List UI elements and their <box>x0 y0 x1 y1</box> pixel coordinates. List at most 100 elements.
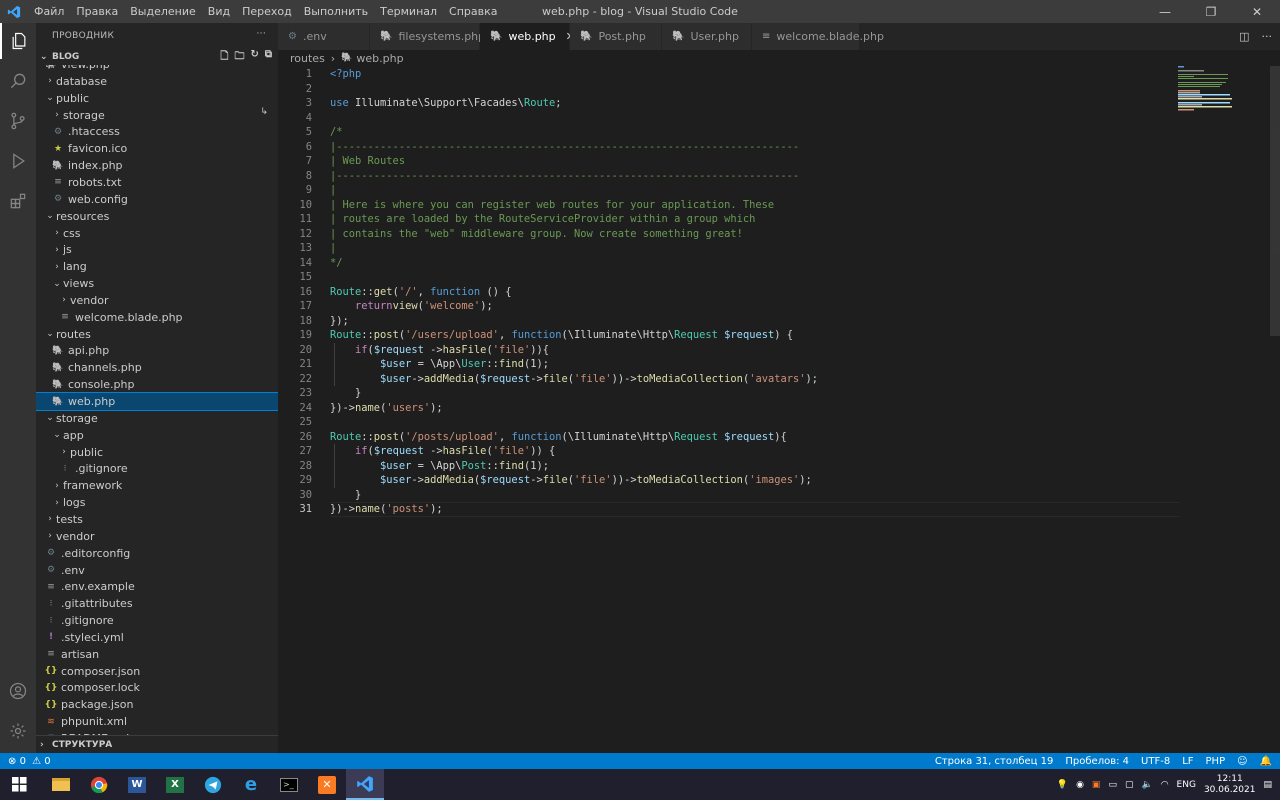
tree-file[interactable]: 🐘 index.php <box>36 157 278 174</box>
tree-folder[interactable]: › vendor <box>36 528 278 545</box>
breadcrumb-folder[interactable]: routes <box>290 52 325 65</box>
settings-gear-icon[interactable] <box>0 713 36 749</box>
breadcrumb-file[interactable]: web.php <box>356 52 403 65</box>
code-line[interactable]: | contains the "web" middleware group. N… <box>330 227 743 242</box>
tree-file[interactable]: ⁝ .gitignore <box>36 612 278 629</box>
code-line[interactable]: | Web Routes <box>330 154 405 169</box>
code-line[interactable]: if($request ->hasFile('file')){ <box>330 343 549 358</box>
tree-folder[interactable]: › lang <box>36 258 278 275</box>
outline-section-header[interactable]: › СТРУКТУРА <box>36 735 278 753</box>
accounts-icon[interactable] <box>0 673 36 709</box>
tab-post-php[interactable]: 🐘 Post.php <box>570 23 662 50</box>
file-explorer-taskbar-icon[interactable] <box>42 769 80 800</box>
search-icon[interactable] <box>0 63 36 99</box>
vertical-scrollbar[interactable] <box>1270 66 1280 336</box>
tree-folder[interactable]: › database <box>36 73 278 90</box>
tree-file[interactable]: ≡ .env.example <box>36 578 278 595</box>
lightbulb-icon[interactable]: 💡 <box>1057 780 1068 790</box>
telegram-taskbar-icon[interactable] <box>194 769 232 800</box>
tree-file[interactable]: ! .styleci.yml <box>36 629 278 646</box>
code-line[interactable]: $user = \App\Post::find(1); <box>330 459 549 474</box>
tab-web-php[interactable]: 🐘web.php✕ <box>480 23 575 50</box>
vscode-taskbar-icon[interactable] <box>346 769 384 800</box>
clock[interactable]: 12:11 30.06.2021 <box>1204 774 1256 796</box>
problems-indicator[interactable]: ⊗ 0 ⚠ 0 <box>8 756 51 767</box>
notifications-bell-icon[interactable]: 🔔 <box>1260 756 1272 767</box>
code-line[interactable]: })->name('users'); <box>330 401 443 416</box>
tree-file[interactable]: {} composer.json <box>36 663 278 680</box>
tree-folder[interactable]: › logs <box>36 494 278 511</box>
code-line[interactable]: | routes are loaded by the RouteServiceP… <box>330 212 755 227</box>
tree-file[interactable]: 🐘 web.php <box>36 392 278 411</box>
code-line[interactable]: <?php <box>330 67 361 82</box>
close-window-button[interactable]: ✕ <box>1234 0 1280 23</box>
tree-folder[interactable]: › public <box>36 444 278 461</box>
tree-folder[interactable]: › tests <box>36 511 278 528</box>
tab-env[interactable]: ⚙ .env <box>278 23 370 50</box>
end-of-line[interactable]: LF <box>1182 756 1193 767</box>
tree-file[interactable]: ≡ welcome.blade.php <box>36 309 278 326</box>
tree-folder[interactable]: › framework <box>36 477 278 494</box>
new-file-icon[interactable]: 🗋 <box>220 49 228 66</box>
volume-icon[interactable]: 🔈 <box>1141 780 1152 790</box>
explorer-icon[interactable] <box>0 23 36 59</box>
notification-center-icon[interactable]: ▤ <box>1263 780 1272 790</box>
collapse-all-icon[interactable]: ⧉ <box>265 49 272 66</box>
new-folder-icon[interactable]: 🗀 <box>234 49 244 66</box>
tree-folder[interactable]: ⌄ views <box>36 275 278 292</box>
tree-folder[interactable]: ⌄ resources <box>36 208 278 225</box>
tree-file[interactable]: ⁝ .gitignore <box>36 460 278 477</box>
tree-file[interactable]: {} package.json <box>36 696 278 713</box>
code-line[interactable]: | Here is where you can register web rou… <box>330 198 774 213</box>
chrome-taskbar-icon[interactable] <box>80 769 118 800</box>
extensions-icon[interactable] <box>0 183 36 219</box>
code-line[interactable]: Route::post('/posts/upload', function(\I… <box>330 430 787 445</box>
maximize-button[interactable]: ❐ <box>1188 0 1234 23</box>
tree-folder[interactable]: ⌄ storage <box>36 410 278 427</box>
indentation[interactable]: Пробелов: 4 <box>1065 756 1129 767</box>
word-taskbar-icon[interactable]: W <box>118 769 156 800</box>
feedback-icon[interactable]: ☺ <box>1237 756 1247 767</box>
code-line[interactable]: $user->addMedia($request->file('file'))-… <box>330 473 812 488</box>
code-line[interactable]: if($request ->hasFile('file')) { <box>330 444 555 459</box>
code-line[interactable]: */ <box>330 256 343 271</box>
run-debug-icon[interactable] <box>0 143 36 179</box>
tree-file[interactable]: 🐘 console.php <box>36 376 278 393</box>
tree-file[interactable]: 🐘view.php <box>36 65 278 73</box>
encoding[interactable]: UTF-8 <box>1141 756 1170 767</box>
tree-file[interactable]: ⚙ .editorconfig <box>36 545 278 562</box>
code-line[interactable]: $user->addMedia($request->file('file'))-… <box>330 372 818 387</box>
tree-file[interactable]: ⚙ .env <box>36 562 278 579</box>
tree-file[interactable]: ⚙ web.config <box>36 191 278 208</box>
code-line[interactable]: | <box>330 183 336 198</box>
tree-folder[interactable]: › storage <box>36 107 278 124</box>
menu-item[interactable]: Вид <box>202 0 236 23</box>
code-line[interactable]: })->name('posts'); <box>330 502 443 517</box>
code-line[interactable]: } <box>330 488 361 503</box>
minimap[interactable] <box>1178 66 1238 126</box>
menu-item[interactable]: Правка <box>70 0 124 23</box>
network-icon[interactable]: ◉ <box>1076 780 1084 790</box>
xampp-taskbar-icon[interactable]: ✕ <box>308 769 346 800</box>
wifi-icon[interactable]: ◠ <box>1161 780 1169 790</box>
tree-folder[interactable]: › css <box>36 225 278 242</box>
tree-file[interactable]: ≡ artisan <box>36 646 278 663</box>
code-line[interactable]: /* <box>330 125 343 140</box>
code-line[interactable]: Route::get('/', function () { <box>330 285 511 300</box>
language-mode[interactable]: PHP <box>1206 756 1226 767</box>
excel-taskbar-icon[interactable]: X <box>156 769 194 800</box>
code-line[interactable]: | <box>330 241 336 256</box>
code-line[interactable]: use Illuminate\Support\Facades\Route; <box>330 96 561 111</box>
tree-folder[interactable]: › js <box>36 241 278 258</box>
tab-user-php[interactable]: 🐘 User.php <box>662 23 752 50</box>
minimize-button[interactable]: — <box>1142 0 1188 23</box>
code-line[interactable]: Route::post('/users/upload', function(\I… <box>330 328 793 343</box>
tree-file[interactable]: ≡ robots.txt <box>36 174 278 191</box>
code-line[interactable]: returnview('welcome'); <box>330 299 493 314</box>
tree-folder[interactable]: ⌄ public <box>36 90 278 107</box>
terminal-taskbar-icon[interactable]: >_ <box>270 769 308 800</box>
tree-file[interactable]: 🐘 channels.php <box>36 359 278 376</box>
tab-filesystems-php[interactable]: 🐘 filesystems.php <box>370 23 485 50</box>
code-line[interactable]: }); <box>330 314 349 329</box>
tree-file[interactable]: ≋ phpunit.xml <box>36 713 278 730</box>
